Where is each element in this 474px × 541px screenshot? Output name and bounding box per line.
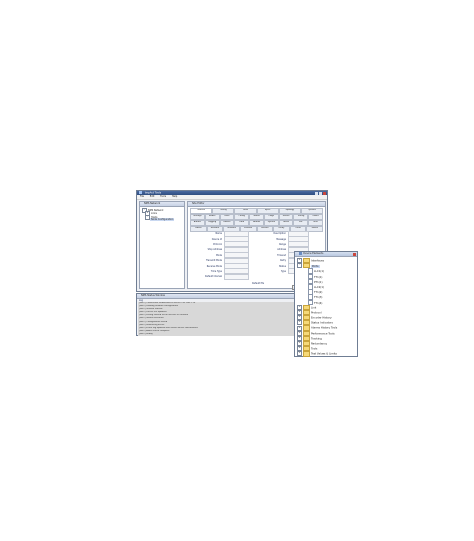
menu-file[interactable]: File bbox=[140, 195, 144, 198]
form-label: Time Type bbox=[210, 269, 222, 273]
form-label: Retry bbox=[280, 259, 286, 263]
device-tree-label: Encoder History bbox=[311, 316, 332, 320]
device-tree-item[interactable]: + Test Values & Limits bbox=[297, 351, 355, 357]
menu-bar: File Edit Tools Help bbox=[137, 195, 327, 201]
minimize-icon[interactable] bbox=[315, 191, 318, 195]
device-tree: + Interfaces - Ports LLC1(1) TT1(1) PT1(1) LLC2… bbox=[295, 257, 357, 358]
device-tree-label: Interfaces bbox=[311, 259, 324, 263]
form-label: Protocol bbox=[213, 242, 222, 246]
device-tree-label: TT1(4) bbox=[314, 301, 323, 305]
menu-tools[interactable]: Tools bbox=[160, 195, 166, 198]
form-label: Type bbox=[280, 269, 286, 273]
folder-icon bbox=[303, 351, 310, 357]
form-label: Device Id bbox=[211, 237, 222, 241]
maximize-icon[interactable] bbox=[319, 191, 322, 195]
device-tree-label: Alarms History Tools bbox=[311, 327, 338, 331]
form-label: Range bbox=[279, 242, 286, 246]
expand-icon[interactable]: + bbox=[297, 351, 302, 357]
form-label: Mode bbox=[216, 253, 222, 257]
device-tree-label: Link bbox=[311, 306, 317, 310]
form-label: Message bbox=[276, 237, 286, 241]
close-icon[interactable] bbox=[323, 191, 326, 195]
window-title: ImpAct Tools bbox=[144, 191, 162, 195]
form-label: Address bbox=[277, 248, 286, 252]
form-left-column: Name Device Id Protocol Stop Address Mode Tra… bbox=[194, 230, 260, 281]
window-icon bbox=[299, 252, 302, 255]
tree-panel: NMS Network -NMS Network +Links -Hosts N… bbox=[139, 201, 185, 289]
log-line: [INFO] Ready bbox=[139, 332, 153, 335]
device-elements-window: Device Elements + Interfaces - Ports LLC1(1)… bbox=[294, 251, 358, 357]
collapse-icon[interactable]: - bbox=[297, 263, 302, 269]
device-tree-label: Performance Tools bbox=[311, 332, 335, 336]
log-window: NMS Status Window Log [INFO] Connection … bbox=[136, 293, 298, 336]
form-label: Stop Address bbox=[207, 248, 222, 252]
device-tree-label: TT1(1) bbox=[314, 275, 323, 279]
form-label: Receive Mode bbox=[206, 264, 222, 268]
form-label: Transmit Mode bbox=[205, 259, 222, 263]
form-field[interactable] bbox=[224, 273, 249, 280]
close-icon[interactable] bbox=[353, 252, 356, 256]
device-tree-label: Status Indicators bbox=[311, 321, 333, 325]
form-label: Default Interval bbox=[204, 275, 222, 279]
device-tree-label: LLC1(1) bbox=[314, 270, 325, 274]
form-label: Name bbox=[215, 232, 222, 236]
form-label: Status bbox=[279, 264, 286, 268]
tab-strip: General Timing Links Inject Topology Options S… bbox=[188, 207, 325, 232]
form-label: Description bbox=[273, 232, 286, 236]
menu-help[interactable]: Help bbox=[172, 195, 177, 198]
menu-edit[interactable]: Edit bbox=[150, 195, 155, 198]
form-label: Timeout bbox=[277, 253, 286, 257]
device-tree-label: Test Values & Limits bbox=[311, 352, 337, 356]
device-tree-label: TT1(3) bbox=[314, 296, 323, 300]
log-area[interactable]: [INFO] Connection established to server … bbox=[138, 302, 298, 336]
device-tree-label: Protocol bbox=[311, 311, 322, 315]
device-tree-label: Redundancy bbox=[311, 342, 328, 346]
app-icon bbox=[139, 191, 142, 194]
device-tree-label: Tracking bbox=[311, 337, 322, 341]
default-points-label: Default Pts bbox=[251, 282, 264, 285]
form-row: Default Interval bbox=[194, 273, 260, 280]
device-tree-label: Tools bbox=[311, 347, 318, 351]
device-tree-label: Ports bbox=[311, 264, 320, 268]
